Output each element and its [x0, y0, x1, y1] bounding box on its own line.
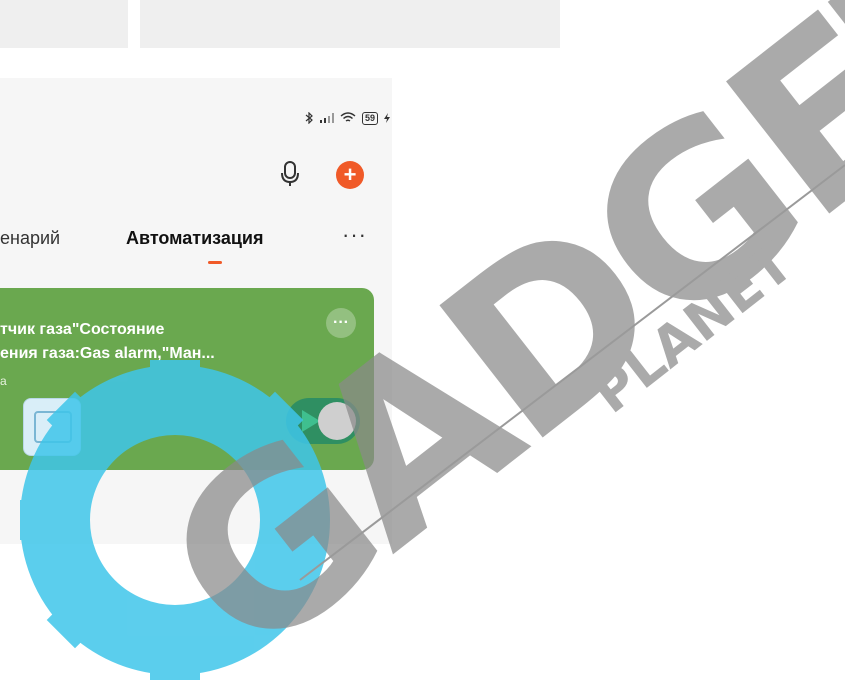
toggle-knob: [318, 402, 356, 440]
automation-card-subtitle: а: [0, 374, 7, 388]
plus-icon: +: [343, 162, 357, 187]
tab-scenario[interactable]: енарий: [0, 228, 60, 249]
status-bar: 59: [304, 108, 392, 128]
automation-card-title-line1: тчик газа"Состояние: [0, 321, 165, 338]
automation-toggle[interactable]: [286, 398, 360, 444]
signal-icon: [319, 113, 334, 123]
automation-card-title-line2: ения газа:Gas alarm,"Ман...: [0, 345, 215, 362]
top-panel-right: [140, 0, 560, 48]
active-tab-indicator: [208, 261, 222, 264]
app-screen: 59 + енарий Автоматизация ··· тчик газа"…: [0, 78, 392, 544]
bluetooth-icon: [304, 112, 314, 124]
automation-card-title: тчик газа"Состояние ения газа:Gas alarm,…: [0, 318, 290, 366]
card-more-button[interactable]: ···: [326, 308, 356, 338]
microphone-icon[interactable]: [278, 160, 302, 188]
valve-icon: [34, 411, 72, 443]
charging-icon: [384, 113, 390, 123]
tab-bar: енарий Автоматизация ···: [0, 222, 392, 268]
add-button[interactable]: +: [336, 161, 364, 189]
wifi-icon: [340, 112, 356, 124]
battery-indicator: 59: [361, 111, 378, 125]
watermark-subbrand: PLANET: [581, 231, 805, 425]
tab-automation[interactable]: Автоматизация: [126, 228, 264, 249]
device-thumbnail: [23, 398, 81, 456]
automation-card[interactable]: тчик газа"Состояние ения газа:Gas alarm,…: [0, 288, 374, 470]
more-tabs-button[interactable]: ···: [342, 222, 367, 248]
top-panel-left: [0, 0, 128, 48]
